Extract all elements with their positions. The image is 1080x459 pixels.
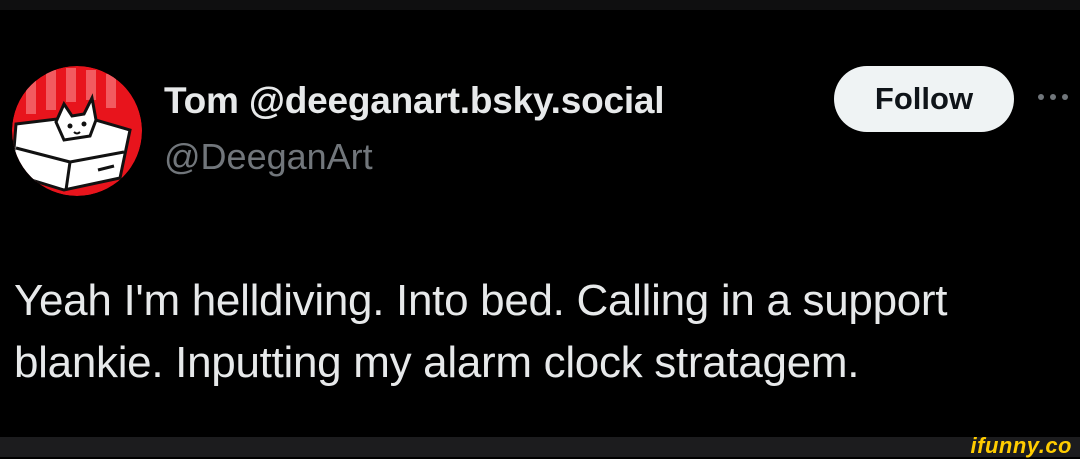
tweet-text: Yeah I'm helldiving. Into bed. Calling i… — [14, 276, 948, 387]
tweet-card: Tom @deeganart.bsky.social @DeeganArt Fo… — [0, 10, 1080, 437]
more-horizontal-icon — [1062, 94, 1068, 100]
ifunny-watermark: ifunny.co — [970, 433, 1072, 458]
top-strip — [0, 0, 1080, 10]
cat-in-box-avatar-icon — [12, 66, 142, 196]
footer-bar: ifunny.co — [0, 433, 1080, 458]
more-horizontal-icon — [1050, 94, 1056, 100]
more-horizontal-icon — [1038, 94, 1044, 100]
display-name[interactable]: Tom @deeganart.bsky.social — [164, 80, 665, 122]
follow-button[interactable]: Follow — [834, 66, 1014, 132]
avatar[interactable] — [12, 66, 142, 196]
user-handle[interactable]: @DeeganArt — [164, 136, 373, 178]
more-options-button[interactable] — [1038, 82, 1080, 112]
